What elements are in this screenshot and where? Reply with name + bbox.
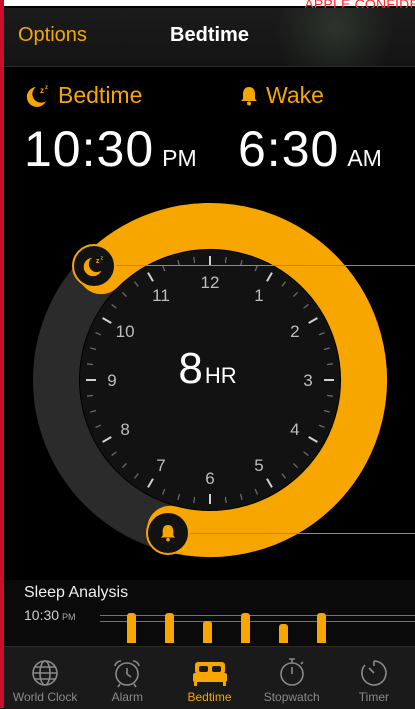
sleep-analysis-bars [100, 611, 415, 643]
clock-number: 11 [152, 286, 170, 305]
wake-time-value: 6:30 [238, 121, 340, 177]
page-title: Bedtime [170, 24, 249, 46]
clock-number: 8 [120, 420, 129, 439]
svg-text:z: z [45, 85, 48, 91]
bedtime-handle[interactable]: z z [72, 244, 116, 288]
wake-period: AM [347, 145, 382, 171]
tab-world-clock[interactable]: World Clock [4, 647, 86, 709]
clock-number: 5 [254, 456, 263, 475]
bedtime-label: Bedtime [58, 82, 143, 108]
moon-zzz-icon: z z [83, 256, 103, 277]
wake-handle[interactable] [146, 511, 190, 555]
sleep-bar [279, 624, 288, 643]
tab-label: World Clock [12, 690, 78, 704]
sleep-duration-value: 8 [178, 344, 203, 393]
tab-stopwatch[interactable]: Stopwatch [251, 647, 333, 709]
sleep-analysis-title: Sleep Analysis [24, 584, 129, 601]
schedule-header: z z Bedtime Wake 10:30 PM 6:30 AM [4, 82, 415, 182]
sleep-duration-unit: HR [204, 363, 237, 388]
bedtime-period: PM [162, 145, 197, 171]
sleep-analysis-time: 10:30 PM [24, 607, 76, 623]
clock-number: 4 [290, 420, 299, 439]
tab-bedtime[interactable]: Bedtime [168, 647, 250, 709]
bedtime-label-group: z z Bedtime [24, 82, 142, 109]
sleep-bar [241, 613, 250, 643]
tab-label: Alarm [111, 690, 143, 704]
minor-tick [326, 394, 334, 397]
sleep-bar [317, 613, 326, 643]
sleep-bar [203, 621, 212, 643]
sleep-duration: 8HR [0, 344, 415, 394]
clock-number: 1 [254, 286, 263, 305]
timer-icon [361, 660, 387, 686]
minor-tick [224, 256, 227, 264]
sleep-bar [127, 613, 136, 643]
moon-zzz-icon: z z [26, 85, 48, 107]
clock-number: 7 [156, 456, 165, 475]
minor-tick [193, 256, 196, 264]
stopwatch-icon [279, 658, 304, 686]
tab-label: Timer [358, 690, 390, 704]
wake-label-group: Wake [240, 82, 324, 109]
sleep-analysis-period: PM [62, 612, 76, 622]
svg-text:z: z [96, 256, 100, 265]
minor-tick [224, 496, 227, 504]
navigation-bar: Options Bedtime [4, 8, 415, 67]
bed-icon [192, 662, 227, 686]
clock-number: 2 [290, 322, 299, 341]
tab-timer[interactable]: Timer [333, 647, 415, 709]
tab-label: Stopwatch [263, 690, 320, 704]
bedtime-dial: 12 1 2 3 4 5 6 7 8 9 10 11 8HR [0, 190, 415, 580]
svg-text:z: z [100, 256, 103, 262]
clock-number: 6 [205, 469, 214, 488]
svg-text:z: z [40, 86, 44, 95]
wake-label: Wake [266, 82, 324, 108]
tab-alarm[interactable]: Alarm [86, 647, 168, 709]
minor-tick [193, 496, 196, 504]
bedtime-time-value: 10:30 [24, 121, 155, 177]
bedtime-guide-line [116, 265, 415, 266]
tab-bar: World Clock Alarm Bedtime Stopwatch Time… [4, 646, 415, 709]
bell-icon [160, 525, 176, 542]
clock-number: 10 [116, 322, 135, 341]
bedtime-time[interactable]: 10:30 PM [24, 120, 197, 178]
sleep-analysis-gridline [100, 615, 415, 616]
wake-time[interactable]: 6:30 AM [238, 120, 382, 178]
globe-icon [32, 660, 58, 686]
sleep-analysis-time-value: 10:30 [24, 607, 60, 623]
sleep-analysis[interactable]: Sleep Analysis 10:30 PM [4, 580, 415, 646]
sleep-bar [165, 613, 174, 643]
alarm-clock-icon [114, 660, 141, 688]
wake-guide-line [190, 533, 415, 534]
sleep-analysis-gridline [100, 621, 415, 622]
tab-label: Bedtime [187, 690, 232, 704]
clock-number: 12 [201, 273, 220, 292]
minor-tick [86, 394, 94, 397]
bell-icon [241, 86, 257, 105]
